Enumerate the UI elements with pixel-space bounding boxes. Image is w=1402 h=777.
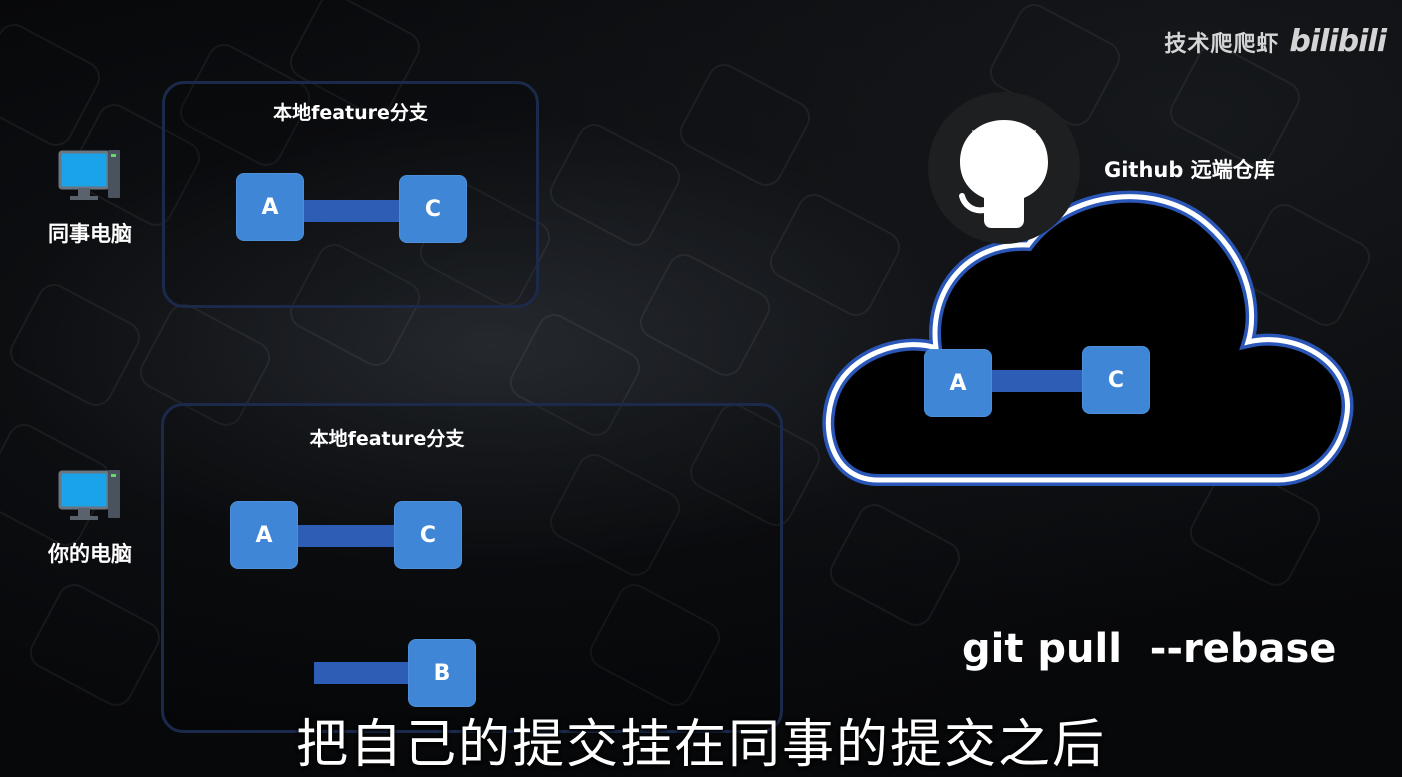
remote-commit-c: C: [1082, 346, 1150, 414]
my-local-branch-panel: 本地feature分支 A C B: [161, 403, 783, 733]
my-commit-a: A: [230, 501, 298, 569]
my-panel-title: 本地feature分支: [309, 428, 465, 450]
channel-watermark: 技术爬爬虾 bilibili: [1164, 24, 1387, 59]
git-command-text: git pull --rebase: [962, 626, 1337, 672]
colleague-computer-label: 同事电脑: [48, 222, 132, 246]
watermark-channel-name: 技术爬爬虾: [1164, 31, 1280, 57]
remote-commit-a: A: [924, 349, 992, 417]
github-octocat-icon: [928, 92, 1080, 244]
colleague-computer: 同事电脑: [30, 146, 150, 248]
my-pending-commit-edge: [314, 662, 414, 684]
colleague-local-branch-panel: 本地feature分支 A C: [162, 81, 539, 308]
colleague-commit-edge: [303, 200, 403, 222]
my-commit-c: C: [394, 501, 462, 569]
colleague-panel-title: 本地feature分支: [273, 102, 428, 124]
remote-commit-edge: [990, 370, 1086, 392]
my-commit-edge: [296, 525, 398, 547]
my-commit-b: B: [408, 639, 476, 707]
my-computer-label: 你的电脑: [48, 542, 132, 566]
colleague-commit-c: C: [399, 175, 467, 243]
remote-repository-label: Github 远端仓库: [1104, 158, 1275, 182]
computer-icon: [58, 150, 120, 200]
colleague-commit-a: A: [236, 173, 304, 241]
bilibili-logo: bilibili: [1289, 24, 1387, 59]
computer-icon: [58, 470, 120, 520]
video-subtitle: 把自己的提交挂在同事的提交之后: [295, 715, 1106, 775]
my-computer: 你的电脑: [30, 466, 150, 568]
remote-repository-cloud: [822, 190, 1354, 486]
